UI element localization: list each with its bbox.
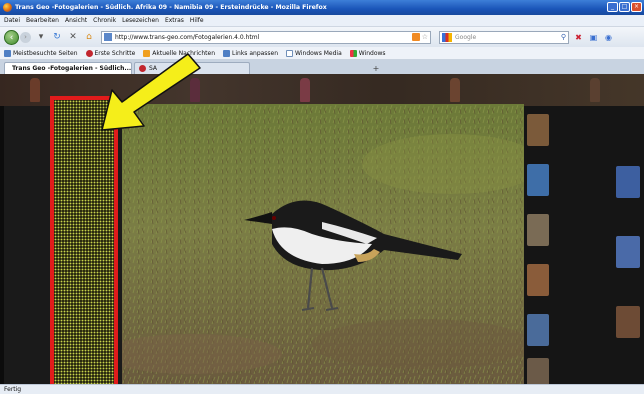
gallery-thumbnail[interactable] bbox=[616, 166, 640, 198]
gallery-thumbnail[interactable] bbox=[527, 214, 549, 246]
bookmark-item[interactable]: Windows Media bbox=[286, 49, 342, 57]
status-text: Fertig bbox=[4, 386, 22, 393]
highlight-box bbox=[50, 96, 118, 390]
dropdown-icon[interactable]: ▾ bbox=[35, 31, 47, 43]
window-controls: _ □ × bbox=[607, 2, 642, 12]
search-box[interactable]: Google ⚲ bbox=[439, 30, 569, 44]
close-button[interactable]: × bbox=[631, 2, 642, 12]
gallery-photo[interactable] bbox=[122, 104, 524, 384]
page-icon bbox=[286, 49, 294, 57]
window-titlebar: Trans Geo -Fotogalerien - Südlich. Afrik… bbox=[0, 0, 644, 15]
annotation-arrow-icon bbox=[101, 53, 201, 131]
stop-icon[interactable]: ✕ bbox=[67, 31, 79, 43]
addon-icon[interactable]: ✖ bbox=[573, 32, 584, 43]
menu-hilfe[interactable]: Hilfe bbox=[190, 17, 204, 24]
bookmark-item[interactable]: Links anpassen bbox=[223, 49, 278, 57]
menu-bar: Datei Bearbeiten Ansicht Chronik Lesezei… bbox=[0, 15, 644, 27]
gallery-thumbnail[interactable] bbox=[527, 114, 549, 146]
menu-extras[interactable]: Extras bbox=[165, 17, 184, 24]
search-engine-icon[interactable] bbox=[442, 32, 452, 42]
address-bar[interactable]: http://www.trans-geo.com/Fotogalerien.4.… bbox=[101, 30, 431, 44]
bookmark-icon bbox=[4, 49, 11, 57]
forward-button[interactable]: › bbox=[20, 31, 31, 43]
search-icon[interactable]: ⚲ bbox=[561, 33, 566, 41]
home-icon[interactable]: ⌂ bbox=[83, 31, 95, 43]
gallery-thumbnail[interactable] bbox=[616, 236, 640, 268]
addon-icon-2[interactable]: ▣ bbox=[588, 32, 599, 43]
gallery-thumbnail[interactable] bbox=[616, 306, 640, 338]
navigation-toolbar: ‹ › ▾ ↻ ✕ ⌂ http://www.trans-geo.com/Fot… bbox=[0, 27, 644, 47]
rss-feed-icon[interactable] bbox=[411, 33, 420, 41]
bookmark-icon bbox=[85, 49, 93, 57]
menu-bearbeiten[interactable]: Bearbeiten bbox=[26, 17, 59, 24]
status-bar: Fertig bbox=[0, 384, 644, 394]
thumbnail-column bbox=[524, 106, 644, 384]
bookmark-star-icon[interactable]: ☆ bbox=[422, 33, 428, 41]
bookmark-icon bbox=[223, 49, 231, 57]
gallery-thumbnail[interactable] bbox=[527, 314, 549, 346]
back-button[interactable]: ‹ bbox=[4, 29, 19, 45]
menu-ansicht[interactable]: Ansicht bbox=[65, 17, 87, 24]
windows-icon bbox=[349, 49, 357, 57]
gallery-thumbnail[interactable] bbox=[527, 358, 549, 384]
banner-figure bbox=[300, 78, 310, 102]
bookmark-item[interactable]: Meistbesuchte Seiten bbox=[4, 49, 78, 57]
banner-figure bbox=[590, 78, 600, 102]
bookmark-item[interactable]: Windows bbox=[349, 49, 386, 57]
search-input[interactable]: Google bbox=[455, 34, 561, 41]
reload-icon[interactable]: ↻ bbox=[51, 31, 63, 43]
window-title: Trans Geo -Fotogalerien - Südlich. Afrik… bbox=[15, 4, 327, 11]
new-tab-button[interactable]: + bbox=[370, 64, 382, 74]
banner-figure bbox=[450, 78, 460, 102]
menu-chronik[interactable]: Chronik bbox=[93, 17, 116, 24]
maximize-button[interactable]: □ bbox=[619, 2, 630, 12]
site-favicon bbox=[104, 33, 112, 41]
gallery-thumbnail[interactable] bbox=[527, 264, 549, 296]
address-url[interactable]: http://www.trans-geo.com/Fotogalerien.4.… bbox=[115, 34, 412, 41]
bird-photo bbox=[122, 104, 524, 384]
menu-datei[interactable]: Datei bbox=[4, 17, 20, 24]
addon-icon-3[interactable]: ◉ bbox=[603, 32, 614, 43]
minimize-button[interactable]: _ bbox=[607, 2, 618, 12]
menu-lesezeichen[interactable]: Lesezeichen bbox=[122, 17, 159, 24]
banner-figure bbox=[30, 78, 40, 102]
gallery-thumbnail[interactable] bbox=[527, 164, 549, 196]
firefox-icon bbox=[3, 3, 12, 12]
